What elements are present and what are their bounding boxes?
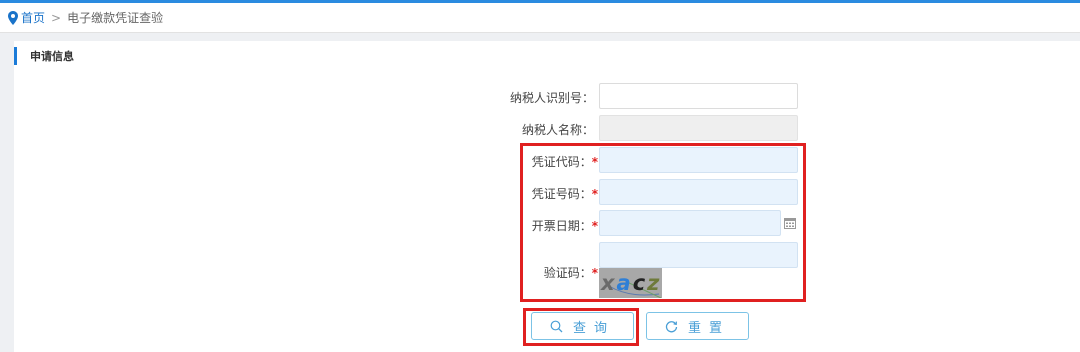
section-accent-bar xyxy=(14,47,17,65)
reset-button-label: 重置 xyxy=(687,320,730,336)
map-pin-icon xyxy=(8,10,18,25)
taxpayer-id-input[interactable] xyxy=(599,83,798,109)
breadcrumb-home-link[interactable]: 首页 xyxy=(21,9,45,26)
taxpayer-name-label: 纳税人名称： xyxy=(521,123,594,137)
query-button[interactable]: 查询 xyxy=(531,312,634,340)
breadcrumb-separator: > xyxy=(51,10,62,25)
search-icon xyxy=(550,320,563,332)
reset-button[interactable]: 重置 xyxy=(646,312,749,340)
breadcrumb-current-page: 电子缴款凭证查验 xyxy=(67,11,164,25)
query-button-label: 查询 xyxy=(572,320,615,336)
refresh-icon xyxy=(665,320,678,332)
header-divider-band xyxy=(0,33,1080,41)
breadcrumb: 首页 > 电子缴款凭证查验 xyxy=(0,3,1080,33)
required-fields-highlight xyxy=(520,143,806,302)
taxpayer-name-input xyxy=(599,115,798,141)
left-gutter xyxy=(0,41,14,352)
taxpayer-id-label: 纳税人识别号： xyxy=(509,91,594,105)
section-header: 申请信息 xyxy=(14,47,74,65)
section-title: 申请信息 xyxy=(30,50,74,63)
